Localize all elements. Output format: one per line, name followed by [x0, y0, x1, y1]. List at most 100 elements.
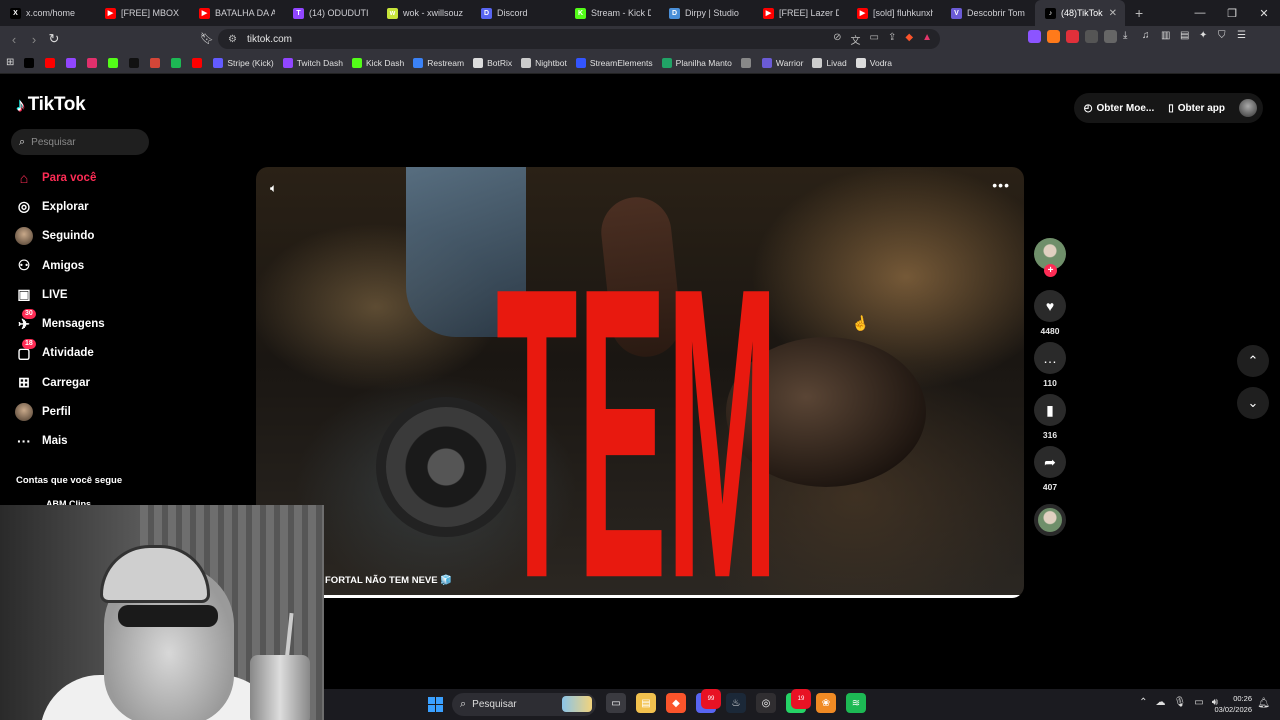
- obs-icon[interactable]: ◎: [756, 693, 776, 713]
- no-tracking-icon[interactable]: ⊘: [833, 32, 841, 47]
- bookmark-item[interactable]: StreamElements: [575, 57, 653, 68]
- volume-icon[interactable]: 🔈︎: [270, 181, 277, 196]
- browser-tab[interactable]: w wok - xwillsouza: [377, 0, 471, 26]
- extension-icon[interactable]: [1028, 30, 1041, 43]
- download-icon[interactable]: ⤓: [1123, 30, 1136, 43]
- bookmark-item[interactable]: [45, 57, 59, 68]
- site-info-icon[interactable]: ⚙: [228, 34, 237, 45]
- close-tab-icon[interactable]: ✕: [1109, 8, 1117, 19]
- browser-tab[interactable]: ▶ BATALHA DA ALD: [189, 0, 283, 26]
- more-options-icon[interactable]: •••: [992, 177, 1010, 193]
- whatsapp-icon[interactable]: ✆19: [786, 689, 811, 713]
- search-input[interactable]: ⌕ Pesquisar: [11, 129, 149, 155]
- bookmark-item[interactable]: Stripe (Kick): [213, 57, 274, 68]
- restore-button[interactable]: ❐: [1216, 7, 1248, 20]
- save-button[interactable]: ▮: [1034, 394, 1066, 426]
- bookmark-item[interactable]: [129, 57, 143, 68]
- brave-browser-icon[interactable]: ◆: [666, 693, 686, 713]
- bookmark-item[interactable]: Livad: [812, 57, 847, 68]
- bookmark-item[interactable]: Vodra: [855, 57, 892, 68]
- extensions-puzzle-icon[interactable]: [1085, 30, 1098, 43]
- browser-tab[interactable]: T (14) ODUDUTIPS: [283, 0, 377, 26]
- previous-video-button[interactable]: ⌃: [1237, 345, 1269, 377]
- music-icon[interactable]: ♫: [1142, 30, 1155, 43]
- onedrive-icon[interactable]: ☁: [1156, 697, 1166, 708]
- forward-button[interactable]: ›: [24, 32, 44, 47]
- bookmark-item[interactable]: [24, 57, 38, 68]
- wallet-icon[interactable]: ▤: [1180, 30, 1193, 43]
- browser-tab[interactable]: D Discord: [471, 0, 565, 26]
- tiktok-logo[interactable]: ♪ TikTok: [16, 94, 86, 116]
- extension-icon[interactable]: [1047, 30, 1060, 43]
- browser-tab[interactable]: D Dirpy | Studio: [659, 0, 753, 26]
- extension-icon[interactable]: [1104, 30, 1117, 43]
- sidebar-item-following[interactable]: Seguindo: [14, 222, 105, 251]
- bookmark-item[interactable]: Planilha Manto: [661, 57, 732, 68]
- bookmark-icon[interactable]: 🔖︎: [200, 32, 214, 45]
- get-app-button[interactable]: ▯ Obter app: [1168, 103, 1225, 114]
- extension-icon[interactable]: [1066, 30, 1079, 43]
- bookmark-item[interactable]: Kick Dash: [351, 57, 404, 68]
- bookmark-item[interactable]: [150, 57, 164, 68]
- cast-icon[interactable]: ▭: [870, 32, 879, 47]
- taskbar-search[interactable]: ⌕ Pesquisar: [452, 693, 596, 716]
- sidebar-item-compass[interactable]: ◎ Explorar: [14, 192, 105, 221]
- sidebar-item-more[interactable]: ··· Mais: [14, 427, 105, 456]
- bookmark-item[interactable]: Nightbot: [521, 57, 567, 68]
- sidebar-item-messages[interactable]: ✈ Mensagens 30: [14, 309, 105, 338]
- bookmark-item[interactable]: [192, 57, 206, 68]
- browser-tab[interactable]: ▶ [sold] fluhkunxhk: [847, 0, 941, 26]
- comment-button[interactable]: …: [1034, 342, 1066, 374]
- next-video-button[interactable]: ⌄: [1237, 387, 1269, 419]
- file-explorer-icon[interactable]: ▤: [636, 693, 656, 713]
- steam-icon[interactable]: ♨: [726, 693, 746, 713]
- spotify-icon[interactable]: ≋: [846, 693, 866, 713]
- bookmark-item[interactable]: [740, 57, 755, 68]
- address-bar[interactable]: ⚙ tiktok.com ⊘ 文 ▭ ⇪ ◆ ▲: [218, 29, 940, 49]
- back-button[interactable]: ‹: [4, 32, 24, 47]
- sidebar-item-activity[interactable]: ▢ Atividade 18: [14, 338, 105, 368]
- share-icon[interactable]: ⇪: [888, 32, 896, 47]
- reload-button[interactable]: ↻: [44, 31, 64, 47]
- bookmark-item[interactable]: BotRix: [473, 57, 512, 68]
- bookmark-item[interactable]: [171, 57, 185, 68]
- task-view-icon[interactable]: ▭: [606, 693, 626, 713]
- vpn-icon[interactable]: ⛉: [1218, 30, 1231, 43]
- windows-start-button[interactable]: [428, 697, 443, 712]
- taskbar-clock[interactable]: 00:26 03/02/2026: [1214, 693, 1252, 715]
- bookmark-item[interactable]: Warrior: [761, 57, 803, 68]
- bookmark-item[interactable]: [108, 57, 122, 68]
- like-button[interactable]: ♥: [1034, 290, 1066, 322]
- browser-tab[interactable]: ▶ [FREE] MBOX x SC: [95, 0, 189, 26]
- notifications-icon[interactable]: 🔔︎: [1257, 698, 1270, 709]
- share-button[interactable]: ➦: [1034, 446, 1066, 478]
- tray-overflow-icon[interactable]: ⌃: [1139, 697, 1147, 708]
- close-window-button[interactable]: ✕: [1248, 7, 1280, 20]
- sidebar-item-home[interactable]: ⌂ Para você: [14, 163, 105, 192]
- follow-plus-icon[interactable]: +: [1044, 264, 1057, 277]
- sidebar-item-upload[interactable]: ⊞ Carregar: [14, 368, 105, 397]
- leo-ai-icon[interactable]: ✦: [1199, 30, 1212, 43]
- bookmark-item[interactable]: Twitch Dash: [282, 57, 343, 68]
- profile-avatar[interactable]: [1239, 99, 1257, 117]
- apps-grid-icon[interactable]: ⊞: [6, 57, 14, 68]
- browser-tab[interactable]: Xx.com/home: [0, 0, 95, 26]
- bookmark-item[interactable]: [87, 57, 101, 68]
- music-disc-avatar[interactable]: [1034, 504, 1066, 536]
- brave-rewards-icon[interactable]: ▲: [922, 32, 932, 47]
- minimize-button[interactable]: —: [1184, 7, 1216, 19]
- video-progress-bar[interactable]: [256, 595, 1024, 598]
- new-tab-button[interactable]: +: [1125, 5, 1153, 21]
- discord-icon[interactable]: ◉99: [696, 689, 721, 713]
- network-icon[interactable]: ▭: [1194, 697, 1203, 708]
- translate-icon[interactable]: 文: [851, 32, 861, 47]
- creator-avatar[interactable]: +: [1034, 238, 1066, 277]
- video-player[interactable]: TEM 🔈︎ •••: [256, 167, 1024, 598]
- sidebar-icon[interactable]: ▥: [1161, 30, 1174, 43]
- get-coins-button[interactable]: ◴ Obter Moe...: [1084, 103, 1155, 114]
- menu-icon[interactable]: ☰: [1237, 30, 1250, 43]
- browser-tab[interactable]: ▶ [FREE] Lazer Dim: [753, 0, 847, 26]
- bookmark-item[interactable]: Restream: [413, 57, 464, 68]
- fl-studio-icon[interactable]: ❀: [816, 693, 836, 713]
- sidebar-item-friends[interactable]: ⚇ Amigos: [14, 251, 105, 280]
